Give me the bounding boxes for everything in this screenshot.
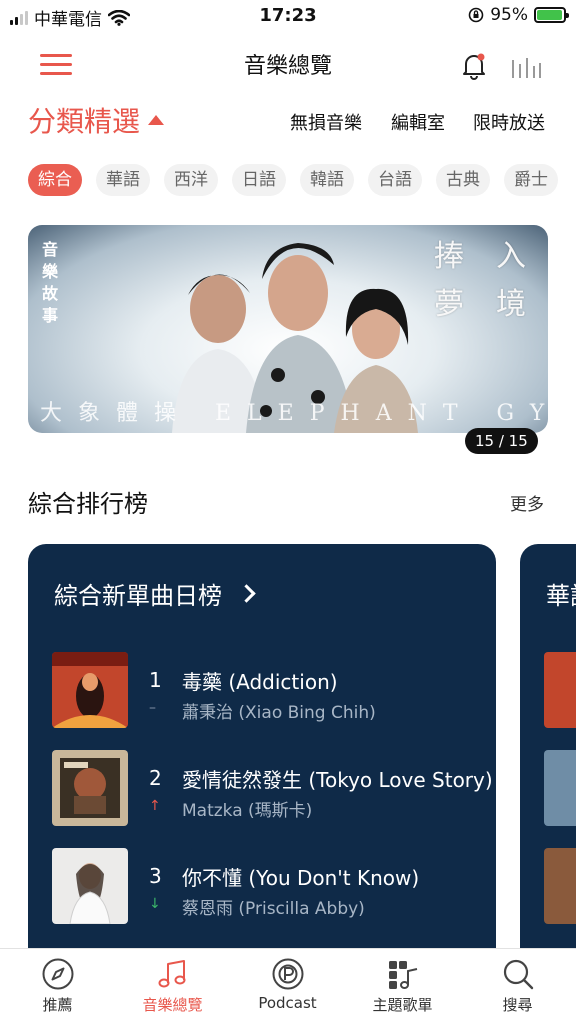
tab-label: 推薦: [42, 996, 73, 1014]
track-artist: 蕭秉治 (Xiao Bing Chih): [182, 703, 376, 723]
track-rank: 2: [149, 766, 162, 790]
track-row[interactable]: 1 – 毒藥 (Addiction) 蕭秉治 (Xiao Bing Chih): [52, 652, 492, 730]
trend-indicator: –: [149, 700, 156, 716]
tab-podcast[interactable]: Podcast: [230, 957, 345, 1012]
chip-western[interactable]: 西洋: [164, 164, 218, 196]
bottom-tab-bar: 推薦 音樂總覽 Podcast 主題歌單 搜尋: [0, 948, 576, 1024]
compass-icon: [42, 958, 73, 990]
tab-music-overview[interactable]: 音樂總覽: [115, 957, 230, 1015]
link-limited-offer[interactable]: 限時放送: [473, 109, 545, 135]
chart-card-title[interactable]: 綜合新單曲日榜: [54, 576, 256, 611]
status-right: 95%: [468, 5, 569, 25]
music-note-icon: [158, 960, 185, 988]
tab-label: Podcast: [258, 994, 317, 1012]
trend-indicator: ↓: [149, 896, 161, 912]
tab-label: 搜尋: [502, 996, 533, 1014]
album-cover: [52, 652, 128, 728]
album-cover: [544, 652, 576, 728]
chip-jazz[interactable]: 爵士: [504, 164, 558, 196]
notification-bell-icon[interactable]: [458, 50, 490, 82]
orientation-lock-icon: [468, 7, 484, 23]
tab-playlists[interactable]: 主題歌單: [345, 957, 460, 1015]
banner-counter: 15 / 15: [465, 428, 538, 454]
equalizer-icon[interactable]: [508, 54, 542, 80]
banner-title-line-1: 捧夢: [434, 239, 464, 322]
chip-mandarin[interactable]: 華語: [96, 164, 150, 196]
status-bar: 中華電信 17:23 95%: [0, 0, 576, 34]
tab-search[interactable]: 搜尋: [460, 957, 575, 1015]
caret-up-icon: [148, 115, 165, 125]
track-title: 愛情徒然發生 (Tokyo Love Story): [182, 768, 493, 792]
chart-card-new-singles: 綜合新單曲日榜 1 – 毒藥 (Addiction) 蕭秉治 (Xiao Bin…: [28, 544, 496, 964]
trend-indicator: ↑: [149, 798, 161, 814]
link-editorial[interactable]: 編輯室: [391, 109, 445, 135]
category-selector[interactable]: 分類精選: [28, 100, 165, 140]
link-lossless-music[interactable]: 無損音樂: [290, 109, 362, 135]
track-row[interactable]: 3 ↓ 你不懂 (You Don't Know) 蔡恩雨 (Priscilla …: [52, 848, 492, 926]
track-rank: 3: [149, 864, 162, 888]
more-link[interactable]: 更多: [510, 490, 544, 515]
banner-title: 捧夢 入境: [434, 233, 532, 329]
chip-classical[interactable]: 古典: [436, 164, 490, 196]
track-title: 你不懂 (You Don't Know): [182, 866, 420, 890]
search-icon: [503, 959, 533, 990]
tab-recommend[interactable]: 推薦: [0, 957, 115, 1015]
chart-card-mandarin[interactable]: 華語: [520, 544, 576, 964]
genre-chips: 綜合 華語 西洋 日語 韓語 台語 古典 爵士: [28, 164, 558, 196]
battery-icon: [534, 7, 569, 23]
chip-korean[interactable]: 韓語: [300, 164, 354, 196]
category-selector-label: 分類精選: [28, 105, 141, 138]
battery-percent: 95%: [490, 5, 528, 25]
chip-japanese[interactable]: 日語: [232, 164, 286, 196]
track-title: 毒藥 (Addiction): [182, 670, 338, 694]
banner-artist-text: 大象體操 ELEPHANT GYM: [40, 401, 548, 426]
tab-label: 音樂總覽: [142, 996, 203, 1014]
featured-banner[interactable]: 音樂故事 捧夢 入境 大象體操 ELEPHANT GYM: [28, 225, 548, 433]
track-row[interactable]: 2 ↑ 愛情徒然發生 (Tokyo Love Story) Matzka (瑪斯…: [52, 750, 493, 828]
track-artist: 蔡恩雨 (Priscilla Abby): [182, 899, 365, 919]
top-header: 音樂總覽: [0, 40, 576, 90]
banner-tag: 音樂故事: [42, 240, 59, 325]
chip-taiwanese[interactable]: 台語: [368, 164, 422, 196]
chart-card-2-title: 華語: [546, 582, 576, 610]
playlist-grid-icon: [388, 961, 417, 989]
album-cover: [52, 750, 128, 826]
chevron-right-icon: [237, 584, 256, 603]
chip-all[interactable]: 綜合: [28, 164, 82, 196]
category-row: 分類精選 無損音樂 編輯室 限時放送: [0, 100, 576, 144]
album-cover: [544, 750, 576, 826]
album-cover: [544, 848, 576, 924]
album-cover: [52, 848, 128, 924]
track-artist: Matzka (瑪斯卡): [182, 801, 313, 821]
chart-card-title-text: 綜合新單曲日榜: [54, 582, 222, 610]
banner-title-line-2: 入境: [496, 239, 526, 322]
tab-label: 主題歌單: [372, 996, 433, 1014]
track-rank: 1: [149, 668, 162, 692]
podcast-icon: [272, 958, 303, 990]
section-title: 綜合排行榜: [28, 490, 148, 518]
